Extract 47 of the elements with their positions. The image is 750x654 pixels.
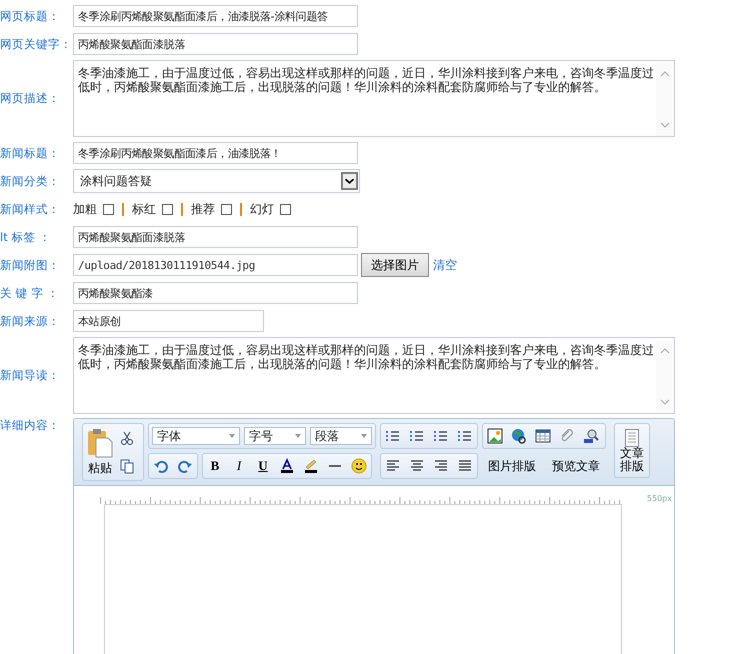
field-label: 网页标题： (0, 8, 61, 24)
checkbox-label: 幻灯 (250, 200, 274, 218)
clear-link[interactable]: 清空 (433, 256, 457, 274)
checkbox-label: 标红 (132, 200, 156, 218)
editor-dropdown[interactable]: 段落 (310, 427, 372, 445)
checkbox[interactable] (280, 204, 291, 214)
dropdown-arrow-icon[interactable] (341, 172, 358, 190)
article-layout-button[interactable]: 文章排版 (614, 423, 650, 478)
field-label: 网页关键字： (0, 36, 73, 52)
text-field[interactable]: 丙烯酸聚氨酯面漆脱落 (73, 226, 358, 248)
toolbar-text-button[interactable]: 预览文章 (546, 453, 606, 479)
document-icon (625, 428, 639, 446)
editor-dropdown[interactable]: 字号 (244, 427, 306, 445)
editor-dropdown[interactable]: 字体 (152, 427, 240, 445)
checkbox-label: 推荐 (191, 200, 215, 218)
text-field[interactable]: 冬季涂刷丙烯酸聚氨酯面漆后，油漆脱落！ (73, 142, 358, 164)
text-field[interactable]: 丙烯酸聚氨酯面漆脱落 (73, 33, 358, 55)
text-field[interactable]: 本站原创 (73, 310, 264, 332)
format-button[interactable]: I (227, 454, 251, 478)
format-button[interactable]: U (251, 454, 275, 478)
caret-icon (229, 434, 235, 438)
field-label: 新闻来源： (0, 314, 61, 328)
checkbox[interactable] (221, 204, 232, 214)
file-path-field[interactable]: /upload/2018130111910544.jpg (73, 254, 358, 276)
category-select[interactable]: 涂料问题答疑 (73, 169, 360, 193)
field-label: 网页描述： (0, 91, 61, 106)
field-label: 新闻附图： (0, 258, 61, 272)
field-label: 新闻导读： (0, 368, 61, 383)
field-label: 新闻分类： (0, 174, 61, 188)
field-label: 新闻样式： (0, 202, 61, 216)
field-label: lt 标签 ： (0, 230, 52, 244)
ruler-label: 550px (646, 494, 672, 503)
format-button[interactable]: B (203, 454, 227, 478)
text-field[interactable]: 冬季涂刷丙烯酸聚氨酯面漆后，油漆脱落-涂料问题答 (73, 5, 358, 27)
textarea-text: 冬季油漆施工，由于温度过低，容易出现这样或那样的问题，近日，华川涂料接到客户来电，咨询冬季温度过低时，丙烯酸聚氨酯面漆施工后，出现脱落的问题！华川涂料的涂料配套防腐师给与了专业的解答。 (78, 65, 655, 96)
caret-icon (295, 434, 301, 438)
field-label: 详细内容： (0, 418, 61, 433)
choose-image-button[interactable]: 选择图片 (361, 253, 429, 277)
text-field[interactable]: 丙烯酸聚氨酯漆 (73, 282, 358, 304)
checkbox[interactable] (103, 204, 114, 214)
checkbox-label: 加粗 (73, 200, 97, 218)
field-label: 关 键 字 ： (0, 286, 60, 300)
caret-icon (361, 434, 367, 438)
toolbar-text-button[interactable]: 图片排版 (482, 453, 542, 479)
checkbox[interactable] (162, 204, 173, 214)
field-label: 新闻标题： (0, 146, 61, 160)
textarea-text: 冬季油漆施工，由于温度过低，容易出现这样或那样的问题，近日，华川涂料接到客户来电，咨询冬季温度过低时，丙烯酸聚氨酯面漆施工后，出现脱落的问题！华川涂料的涂料配套防腐师给与了专业的解答。 (78, 342, 655, 373)
